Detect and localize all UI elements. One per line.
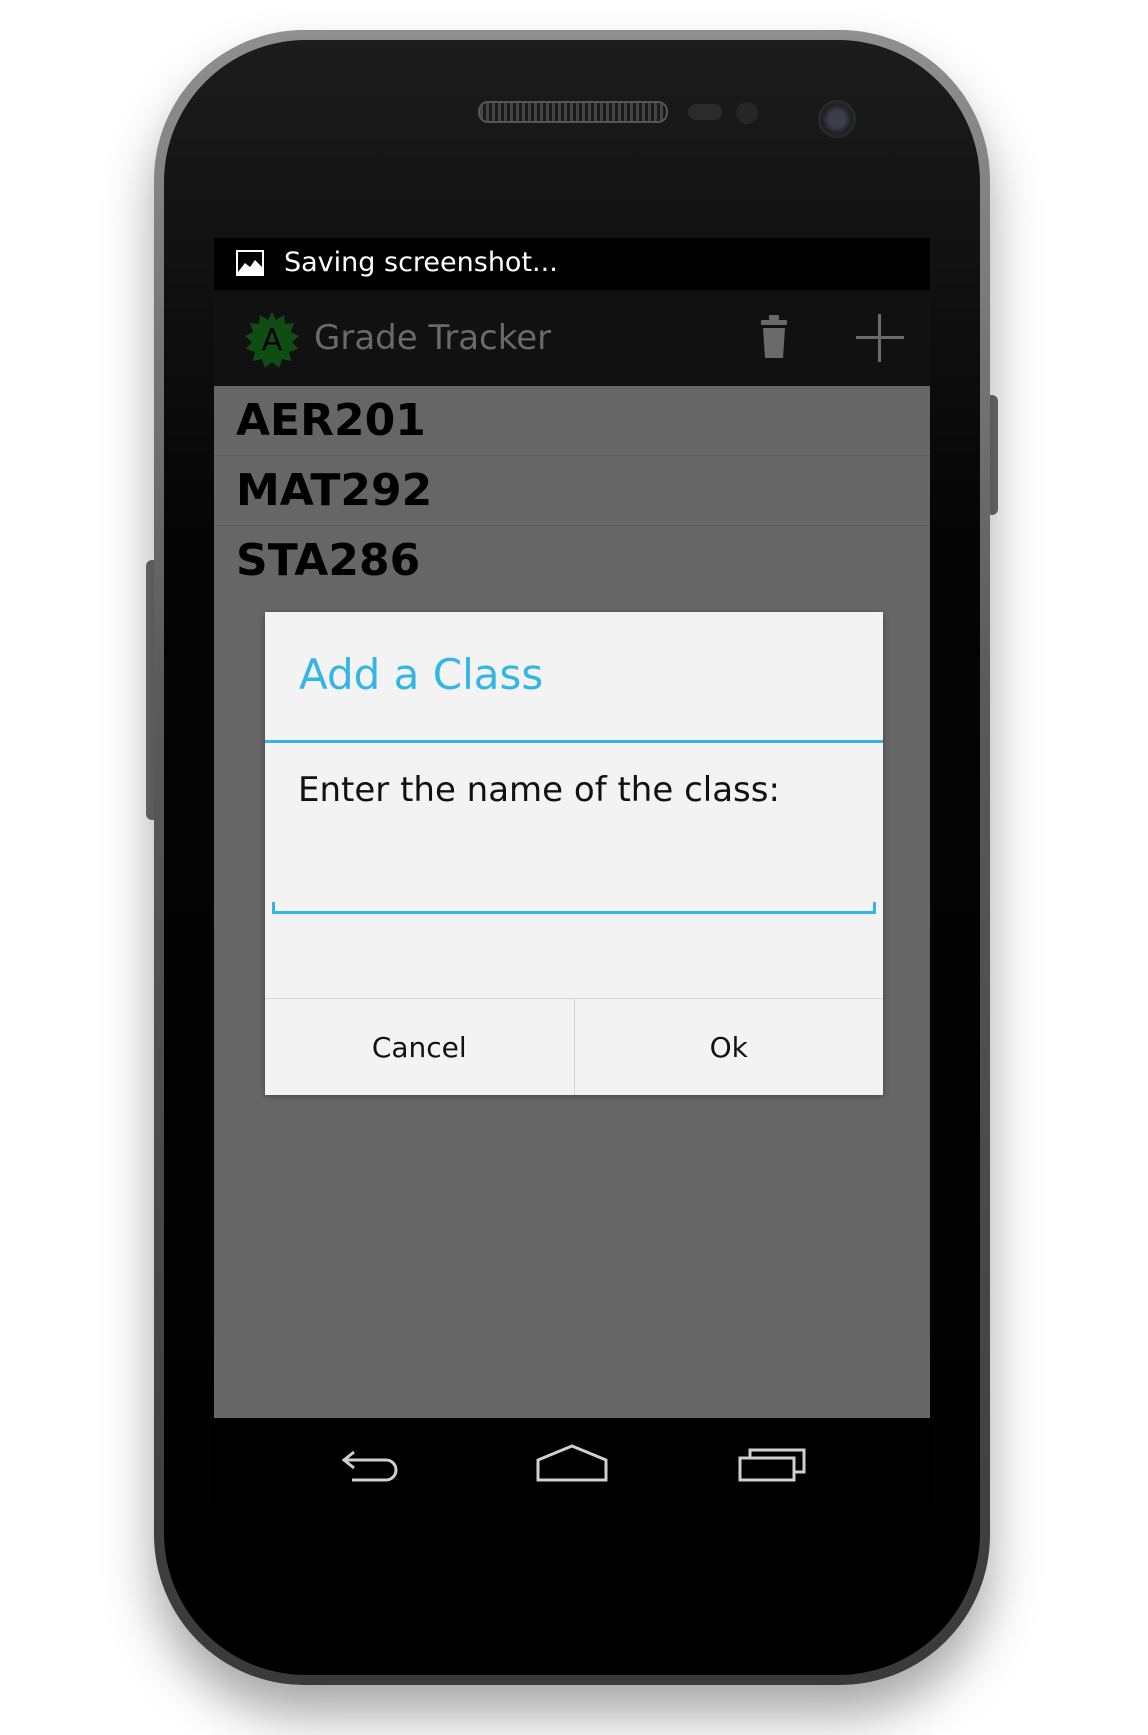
- home-button[interactable]: [536, 1444, 608, 1488]
- class-list: AER201 MAT292 STA286: [214, 386, 930, 596]
- device-screen: Saving screenshot... A Grade Tracker AER…: [214, 238, 930, 1514]
- class-list-item[interactable]: AER201: [214, 386, 930, 456]
- dialog-title: Add a Class: [299, 650, 544, 699]
- add-class-dialog: Add a Class Enter the name of the class:…: [265, 612, 883, 1095]
- light-sensor: [736, 102, 758, 124]
- earpiece-speaker: [478, 101, 668, 123]
- action-bar: A Grade Tracker: [214, 290, 930, 386]
- back-icon: [341, 1450, 398, 1482]
- cancel-button[interactable]: Cancel: [265, 999, 574, 1095]
- trash-icon: [761, 315, 787, 358]
- recent-apps-button[interactable]: [738, 1444, 808, 1488]
- app-logo-icon: A: [244, 312, 300, 368]
- app-title: Grade Tracker: [314, 318, 552, 358]
- input-underline-left-tick: [272, 902, 275, 914]
- proximity-sensor: [688, 104, 722, 120]
- navigation-bar: [214, 1418, 930, 1514]
- home-icon: [536, 1444, 608, 1482]
- add-class-button[interactable]: [852, 310, 908, 366]
- dialog-title-divider: [265, 740, 883, 743]
- dialog-button-bar: Cancel Ok: [265, 998, 883, 1095]
- image-icon: [236, 250, 264, 276]
- status-bar: Saving screenshot...: [214, 238, 930, 290]
- back-button[interactable]: [340, 1444, 406, 1488]
- class-list-item[interactable]: STA286: [214, 526, 930, 596]
- status-notification-text: Saving screenshot...: [284, 247, 558, 278]
- app-logo-letter: A: [262, 323, 283, 358]
- recent-apps-icon: [738, 1448, 806, 1482]
- class-list-item[interactable]: MAT292: [214, 456, 930, 526]
- delete-button[interactable]: [748, 312, 800, 364]
- dialog-message: Enter the name of the class:: [298, 770, 780, 810]
- input-underline-right-tick: [873, 902, 876, 914]
- plus-icon: [856, 314, 904, 362]
- class-name-input[interactable]: [272, 852, 876, 914]
- ok-button[interactable]: Ok: [573, 999, 883, 1095]
- front-camera: [818, 100, 856, 138]
